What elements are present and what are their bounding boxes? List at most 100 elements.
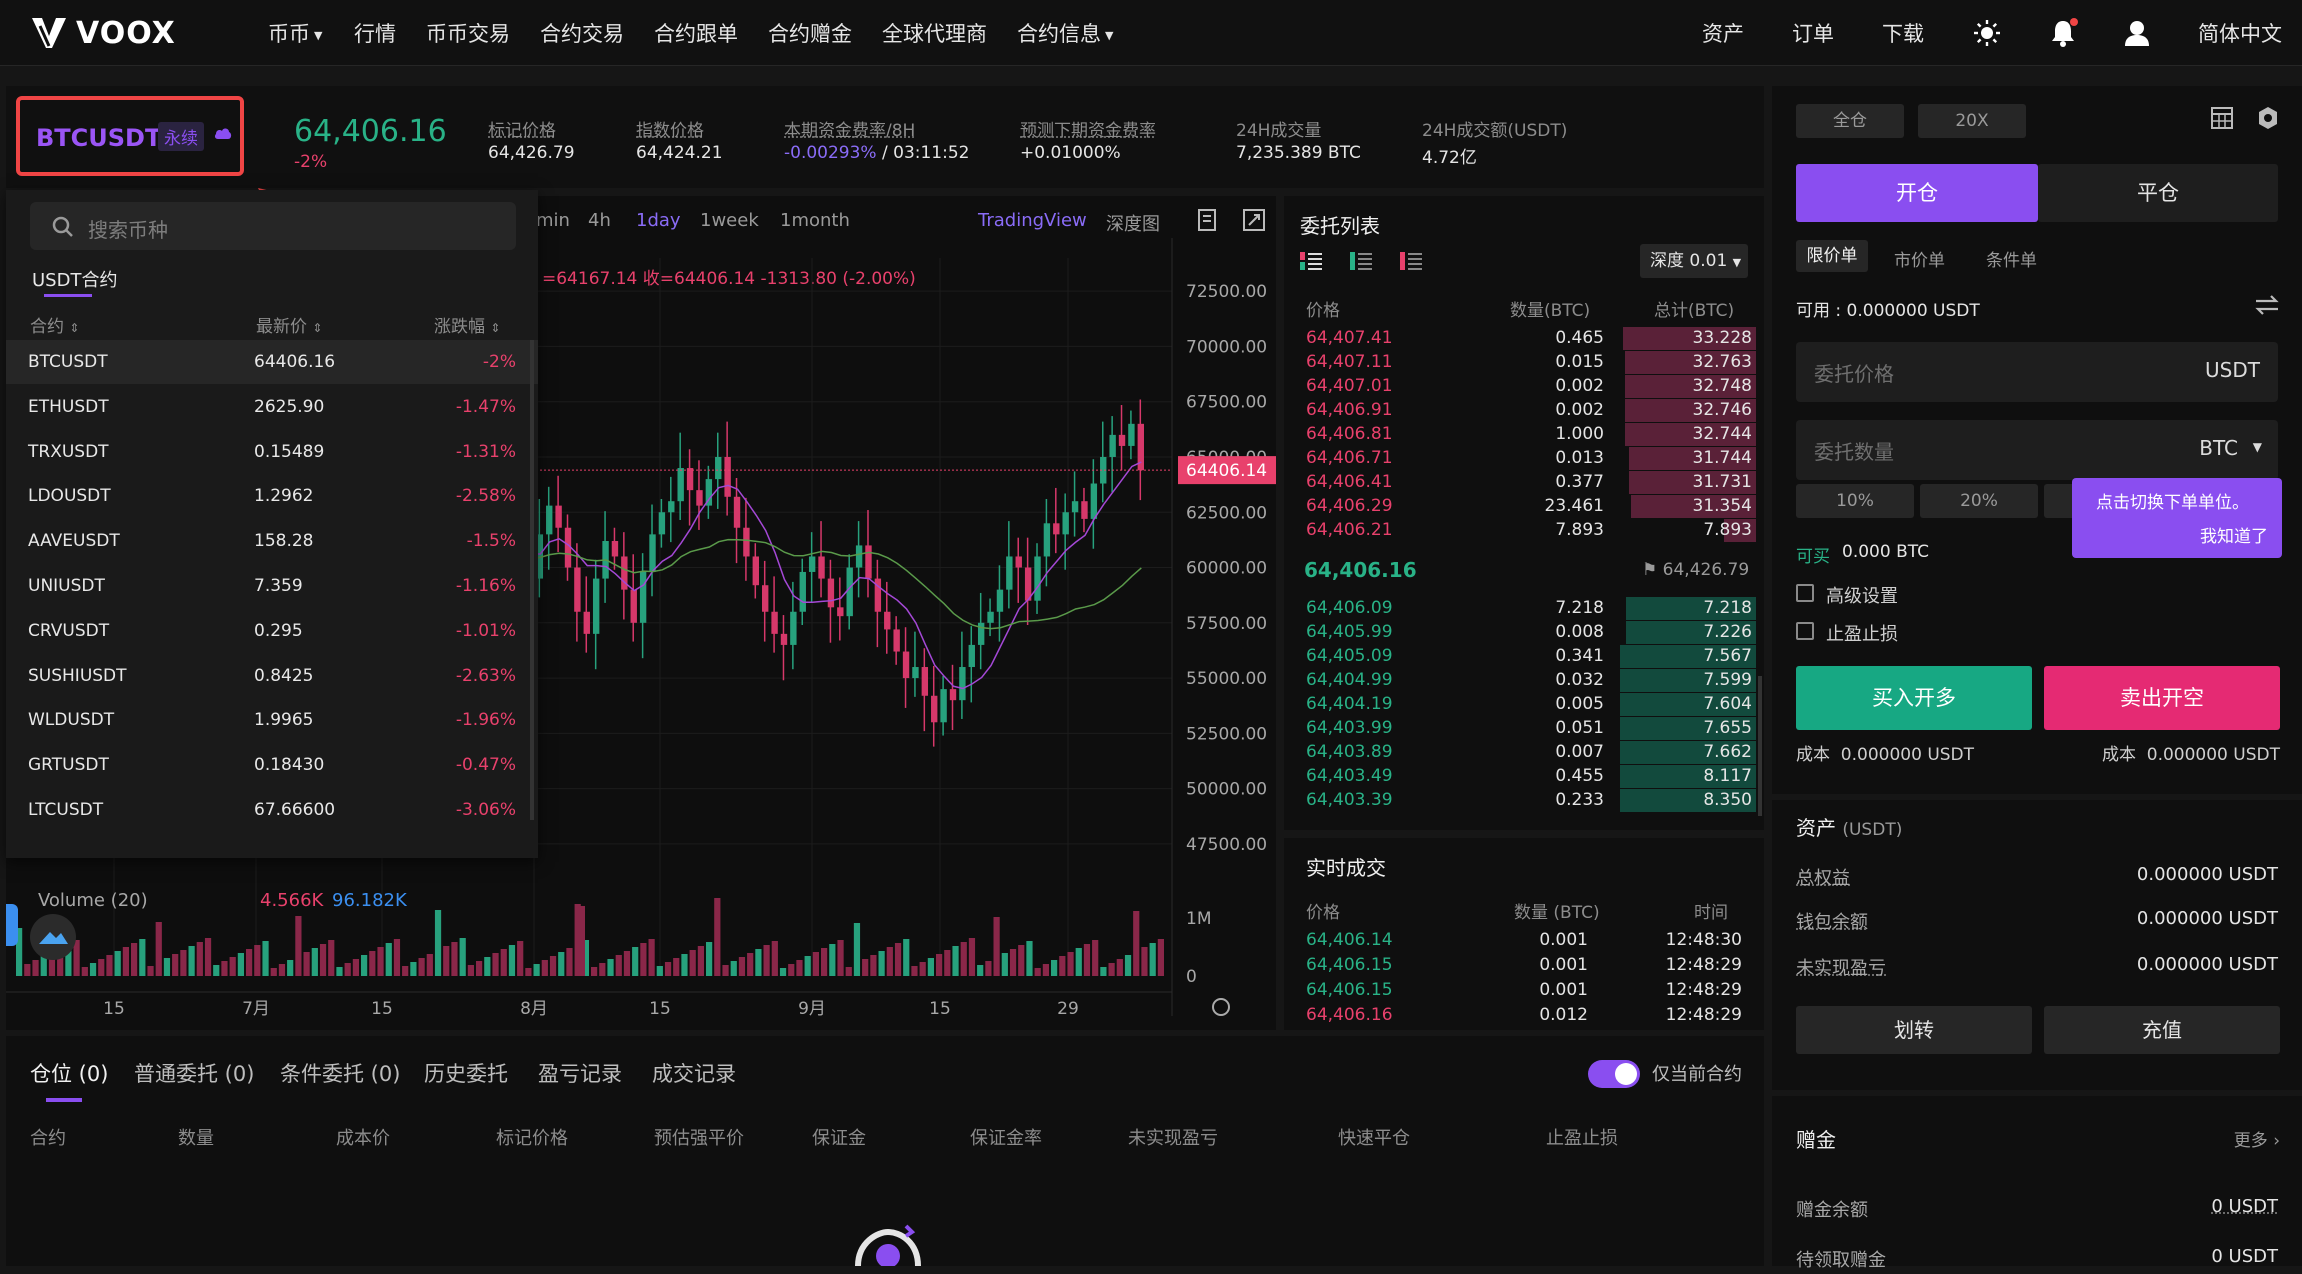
open-position-tab[interactable]: 开仓 <box>1796 164 2038 222</box>
trade-price: 64,406.14 <box>1306 930 1393 950</box>
symbol-list-item[interactable]: TRXUSDT 0.15489 -1.31% <box>6 430 538 474</box>
tab-trade-records[interactable]: 成交记录 <box>652 1058 736 1088</box>
market-order-tab[interactable]: 市价单 <box>1894 246 1945 271</box>
nav-item-spot-trading[interactable]: 币币交易 <box>426 18 510 48</box>
ask-row[interactable]: 64,406.81 1.000 32.744 <box>1284 422 1764 446</box>
user-avatar-icon[interactable] <box>2122 18 2152 48</box>
symbol-name[interactable]: BTCUSDT <box>36 124 161 152</box>
nav-download[interactable]: 下载 <box>1882 18 1924 48</box>
tp-sl-checkbox[interactable] <box>1796 622 1814 640</box>
symbol-list-item[interactable]: ETHUSDT 2625.90 -1.47% <box>6 385 538 429</box>
pct-10-button[interactable]: 10% <box>1796 484 1914 518</box>
calculator-icon[interactable] <box>2210 106 2234 130</box>
symbol-name: ETHUSDT <box>28 397 109 417</box>
candle-body <box>574 568 580 612</box>
toggle-knob <box>1615 1063 1637 1085</box>
bid-row[interactable]: 64,403.89 0.007 7.662 <box>1284 740 1764 764</box>
transfer-button[interactable]: 划转 <box>1796 1006 2032 1054</box>
order-price-input[interactable]: 委托价格 USDT <box>1796 342 2278 402</box>
pct-20-button[interactable]: 20% <box>1920 484 2038 518</box>
book-bids-view-icon[interactable] <box>1350 250 1372 272</box>
turnover-24h-label: 24H成交额(USDT) <box>1422 116 1567 141</box>
settings-gear-icon[interactable] <box>2256 106 2280 130</box>
sun-theme-icon[interactable] <box>1972 18 2002 48</box>
symbol-list-item[interactable]: WLDUSDT 1.9965 -1.96% <box>6 698 538 742</box>
ask-row[interactable]: 64,406.71 0.013 31.744 <box>1284 446 1764 470</box>
header-contract[interactable]: 合约 ⇕ <box>30 312 79 337</box>
ask-row[interactable]: 64,406.21 7.893 7.893 <box>1284 518 1764 542</box>
nav-orders[interactable]: 订单 <box>1792 18 1834 48</box>
nav-item-copy-trading[interactable]: 合约跟单 <box>654 18 738 48</box>
symbol-list-item[interactable]: GRTUSDT 0.18430 -0.47% <box>6 743 538 787</box>
nav-item-futures-trading[interactable]: 合约交易 <box>540 18 624 48</box>
tab-open-orders[interactable]: 普通委托 (0) <box>134 1058 254 1088</box>
symbol-list-item[interactable]: BTCUSDT 64406.16 -2% <box>6 340 538 384</box>
symbol-list-item[interactable]: CRVUSDT 0.295 -1.01% <box>6 609 538 653</box>
bid-row[interactable]: 64,404.19 0.005 7.604 <box>1284 692 1764 716</box>
conditional-order-tab[interactable]: 条件单 <box>1986 246 2037 271</box>
buy-long-button[interactable]: 买入开多 <box>1796 666 2032 730</box>
bid-row[interactable]: 64,403.49 0.455 8.117 <box>1284 764 1764 788</box>
nav-item-global-agent[interactable]: 全球代理商 <box>882 18 987 48</box>
bid-row[interactable]: 64,403.99 0.051 7.655 <box>1284 716 1764 740</box>
nav-item-spot-menu[interactable]: 币币 ▼ <box>268 18 322 48</box>
symbol-price: 0.18430 <box>254 755 324 775</box>
ask-row[interactable]: 64,407.11 0.015 32.763 <box>1284 350 1764 374</box>
header-last-price[interactable]: 最新价 ⇕ <box>256 312 322 337</box>
bid-row[interactable]: 64,404.99 0.032 7.599 <box>1284 668 1764 692</box>
trade-row: 64,406.15 0.001 12:48:29 <box>1284 955 1764 979</box>
close-position-tab[interactable]: 平仓 <box>2038 164 2278 222</box>
tab-conditional-orders[interactable]: 条件委托 (0) <box>280 1058 400 1088</box>
bid-row[interactable]: 64,406.09 7.218 7.218 <box>1284 596 1764 620</box>
symbol-name: BTCUSDT <box>28 352 108 372</box>
nav-item-futures-bonus[interactable]: 合约赠金 <box>768 18 852 48</box>
ask-row[interactable]: 64,406.29 23.461 31.354 <box>1284 494 1764 518</box>
dropdown-scrollbar[interactable] <box>530 340 534 820</box>
symbol-list-item[interactable]: SUSHIUSDT 0.8425 -2.63% <box>6 654 538 698</box>
ask-row[interactable]: 64,407.01 0.002 32.748 <box>1284 374 1764 398</box>
ask-row[interactable]: 64,406.41 0.377 31.731 <box>1284 470 1764 494</box>
language-selector[interactable]: 简体中文 <box>2198 18 2282 48</box>
nav-item-market[interactable]: 行情 <box>354 18 396 48</box>
brand-logo[interactable]: VOOX <box>30 16 176 50</box>
nav-item-contract-info[interactable]: 合约信息 ▼ <box>1017 18 1113 48</box>
bonus-more-link[interactable]: 更多 › <box>2234 1126 2280 1151</box>
symbol-list-item[interactable]: LDOUSDT 1.2962 -2.58% <box>6 474 538 518</box>
ask-row[interactable]: 64,406.91 0.002 32.746 <box>1284 398 1764 422</box>
qty-unit[interactable]: BTC <box>2199 436 2238 460</box>
sell-short-button[interactable]: 卖出开空 <box>2044 666 2280 730</box>
swap-arrows-icon[interactable] <box>2254 294 2280 316</box>
depth-selector[interactable]: 深度 0.01 ▼ <box>1640 244 1748 278</box>
bell-notification-icon[interactable] <box>2048 18 2078 48</box>
bid-row[interactable]: 64,405.09 0.341 7.567 <box>1284 644 1764 668</box>
tooltip-dismiss-button[interactable]: 我知道了 <box>2200 522 2268 547</box>
book-asks-view-icon[interactable] <box>1400 250 1422 272</box>
tab-pnl-records[interactable]: 盈亏记录 <box>538 1058 622 1088</box>
margin-mode-button[interactable]: 全仓 <box>1796 104 1904 138</box>
tab-positions[interactable]: 仓位 (0) <box>30 1058 108 1088</box>
leverage-button[interactable]: 20X <box>1918 104 2026 138</box>
limit-order-tab[interactable]: 限价单 <box>1796 240 1868 272</box>
symbol-list-item[interactable]: AAVEUSDT 158.28 -1.5% <box>6 519 538 563</box>
volume-bar <box>189 946 195 976</box>
book-both-view-icon[interactable] <box>1300 250 1322 272</box>
deposit-button[interactable]: 充值 <box>2044 1006 2280 1054</box>
search-input[interactable]: 搜索币种 <box>30 202 516 250</box>
current-contract-toggle[interactable] <box>1588 1060 1640 1088</box>
expand-sidebar-handle[interactable] <box>6 904 18 946</box>
symbol-list-item[interactable]: UNIUSDT 7.359 -1.16% <box>6 564 538 608</box>
volume-indicator-label[interactable]: Volume (20) <box>38 890 148 911</box>
tab-order-history[interactable]: 历史委托 <box>424 1058 508 1088</box>
nav-assets[interactable]: 资产 <box>1702 18 1744 48</box>
symbol-list-item[interactable]: LTCUSDT 67.66600 -3.06% <box>6 788 538 832</box>
advanced-settings-checkbox[interactable] <box>1796 584 1814 602</box>
chevron-down-icon[interactable]: ▼ <box>2253 440 2262 454</box>
bid-row[interactable]: 64,403.39 0.233 8.350 <box>1284 788 1764 812</box>
book-scrollbar[interactable] <box>1758 676 1762 816</box>
tab-usdt-futures[interactable]: USDT合约 <box>32 266 117 292</box>
bid-row[interactable]: 64,405.99 0.008 7.226 <box>1284 620 1764 644</box>
ask-row[interactable]: 64,407.41 0.465 33.228 <box>1284 326 1764 350</box>
header-change[interactable]: 涨跌幅 ⇕ <box>434 312 500 337</box>
order-qty-input[interactable]: 委托数量 BTC ▼ <box>1796 420 2278 480</box>
y-tick-label: 72500.00 <box>1186 282 1267 302</box>
